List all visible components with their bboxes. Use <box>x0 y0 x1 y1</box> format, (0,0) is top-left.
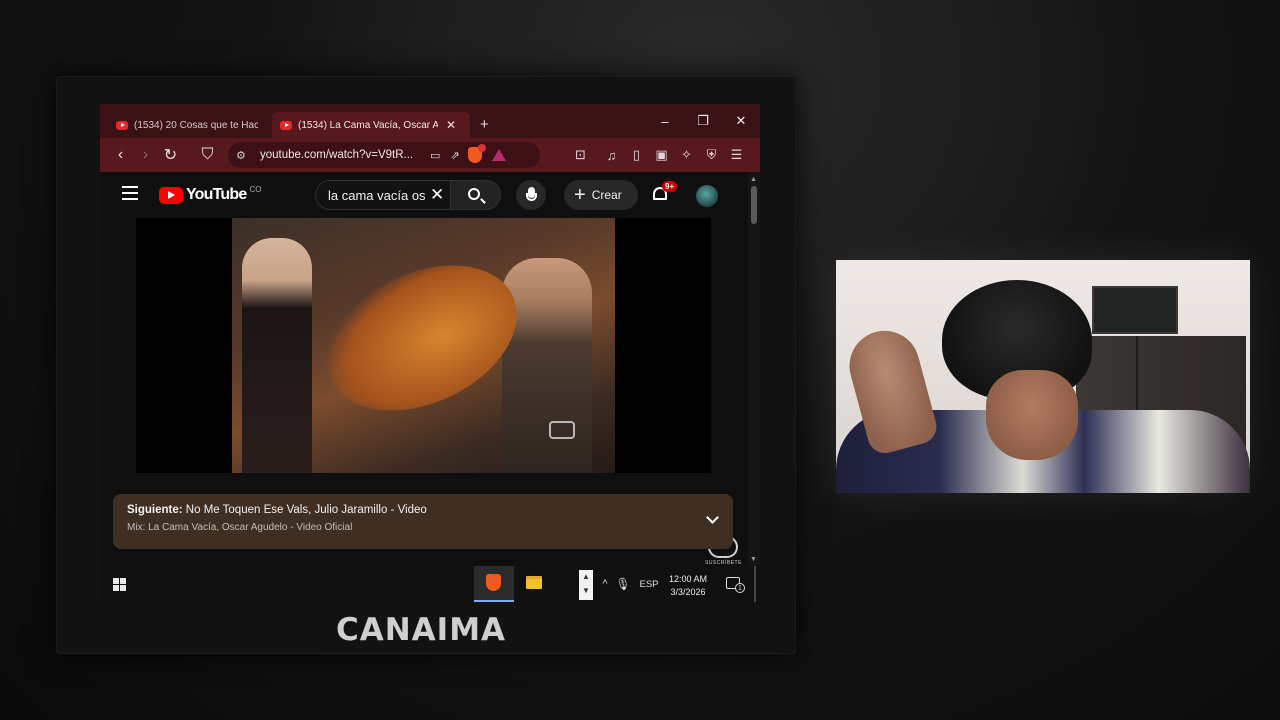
taskbar-edge <box>754 566 756 602</box>
taskbar-scroll-control[interactable]: ▲ ▼ <box>579 570 593 600</box>
video-frame <box>232 218 615 473</box>
account-avatar[interactable] <box>696 185 718 207</box>
windows-taskbar: ▲ ▼ ^ 🎙 ESP 12:00 AM 3/3/2026 1 <box>100 566 760 602</box>
browser-tab-1[interactable]: (1534) 20 Cosas que te Hacen MENOS <box>108 112 266 138</box>
language-indicator[interactable]: ESP <box>634 579 664 590</box>
monitor-brand-logo: CANAIMA <box>336 612 507 648</box>
screenshot-icon[interactable]: ⊡ <box>568 147 593 163</box>
system-tray: ^ 🎙 ESP <box>598 566 664 602</box>
file-explorer-icon[interactable] <box>526 576 542 589</box>
forward-icon[interactable]: › <box>133 146 158 164</box>
brave-rewards-icon[interactable] <box>491 149 506 161</box>
video-player[interactable]: SUSCRÍBETE <box>136 218 741 566</box>
address-bar[interactable]: ⚙ youtube.com/watch?v=V9tR... ▭ ⇗ <box>228 142 540 168</box>
wallet-icon[interactable]: ▣ <box>649 147 674 163</box>
cast-icon[interactable]: ▭ <box>430 149 440 162</box>
bookmark-icon[interactable]: ⛉ <box>195 146 220 164</box>
microphone-tray-icon[interactable]: 🎙 <box>612 577 634 591</box>
voice-search-button[interactable] <box>516 180 546 210</box>
minimize-icon[interactable]: – <box>646 114 684 129</box>
screen: (1534) 20 Cosas que te Hacen MENOS (1534… <box>100 104 760 602</box>
close-window-icon[interactable]: ✕ <box>722 113 760 129</box>
scroll-down-arrow-icon[interactable]: ▼ <box>750 556 757 563</box>
page-scrollbar[interactable]: ▲ ▼ <box>748 172 760 566</box>
notification-count: 1 <box>735 583 745 593</box>
channel-watermark-icon <box>549 421 575 439</box>
share-icon[interactable]: ⇗ <box>450 149 459 162</box>
back-icon[interactable]: ‹ <box>108 146 133 164</box>
sidebar-icon[interactable]: ▯ <box>624 147 649 163</box>
browser-tab-2[interactable]: (1534) La Cama Vacía, Oscar Agudelo ✕ <box>272 112 470 138</box>
webcam-background-tv <box>1092 286 1178 334</box>
clock-time: 12:00 AM <box>668 574 708 584</box>
close-tab-icon[interactable]: ✕ <box>446 118 456 132</box>
reload-icon[interactable]: ↻ <box>158 145 183 165</box>
clear-search-icon[interactable]: ✕ <box>430 185 444 205</box>
youtube-favicon-icon <box>280 120 292 130</box>
scroll-thumb[interactable] <box>751 186 757 224</box>
notification-center-icon[interactable]: 1 <box>726 577 745 593</box>
search-query: la cama vacía os <box>328 187 426 203</box>
youtube-header: YouTube CO la cama vacía os ✕ + Crear 9+ <box>100 172 748 218</box>
scroll-up-arrow-icon[interactable]: ▲ <box>750 176 757 183</box>
up-next-panel[interactable]: Siguiente: No Me Toquen Ese Vals, Julio … <box>113 494 733 549</box>
youtube-play-icon <box>159 186 183 204</box>
taskbar-clock[interactable]: 12:00 AM 3/3/2026 <box>662 573 714 599</box>
up-next-line: Siguiente: No Me Toquen Ese Vals, Julio … <box>127 504 719 516</box>
webcam-overlay <box>836 260 1250 493</box>
show-hidden-icons-icon[interactable]: ^ <box>598 578 612 590</box>
country-code: CO <box>249 184 262 194</box>
brave-icon <box>486 574 501 591</box>
url-text: youtube.com/watch?v=V9tR... <box>260 149 414 161</box>
search-icon <box>468 188 480 200</box>
site-settings-icon[interactable]: ⚙ <box>236 149 254 162</box>
create-button[interactable]: + Crear <box>564 180 638 210</box>
window-controls: – ❐ ✕ <box>646 104 760 138</box>
up-next-title: No Me Toquen Ese Vals, Julio Jaramillo -… <box>185 504 427 516</box>
search-button[interactable] <box>451 180 501 210</box>
video-person-right <box>502 258 592 473</box>
shields-badge <box>477 144 486 152</box>
new-tab-button[interactable]: + <box>480 116 489 133</box>
hamburger-menu-icon[interactable] <box>122 186 138 200</box>
webcam-person-face <box>986 370 1078 460</box>
notification-badge: 9+ <box>662 181 678 192</box>
brave-shields-icon[interactable] <box>467 144 486 163</box>
browser-tab-bar: (1534) 20 Cosas que te Hacen MENOS (1534… <box>100 104 760 138</box>
video-person-left <box>242 238 312 473</box>
restore-icon[interactable]: ❐ <box>684 113 722 129</box>
youtube-wordmark: YouTube <box>186 186 247 203</box>
up-next-label: Siguiente: <box>127 504 183 516</box>
up-next-mix: Mix: La Cama Vacía, Oscar Agudelo - Vide… <box>127 522 353 533</box>
youtube-favicon-icon <box>116 120 128 130</box>
vpn-icon[interactable]: ⛨ <box>699 147 724 163</box>
taskbar-brave-button[interactable] <box>474 566 514 602</box>
browser-toolbar: ‹ › ↻ ⛉ ⚙ youtube.com/watch?v=V9tR... ▭ … <box>100 138 760 172</box>
clock-date: 3/3/2026 <box>670 587 706 597</box>
tab-title: (1534) 20 Cosas que te Hacen MENOS <box>134 119 258 131</box>
menu-icon[interactable]: ☰ <box>724 147 749 163</box>
tab-title: (1534) La Cama Vacía, Oscar Agudelo <box>298 119 438 131</box>
notifications-bell-icon[interactable]: 9+ <box>652 181 678 203</box>
create-label: Crear <box>591 188 622 202</box>
windows-start-icon[interactable] <box>113 578 126 591</box>
microphone-stand <box>526 193 537 201</box>
plus-icon: + <box>574 184 586 206</box>
media-icon[interactable]: ♫ <box>599 148 624 163</box>
youtube-logo[interactable]: YouTube CO <box>159 184 262 204</box>
leo-ai-icon[interactable]: ✧ <box>674 147 699 163</box>
search-input[interactable]: la cama vacía os ✕ <box>315 180 451 210</box>
